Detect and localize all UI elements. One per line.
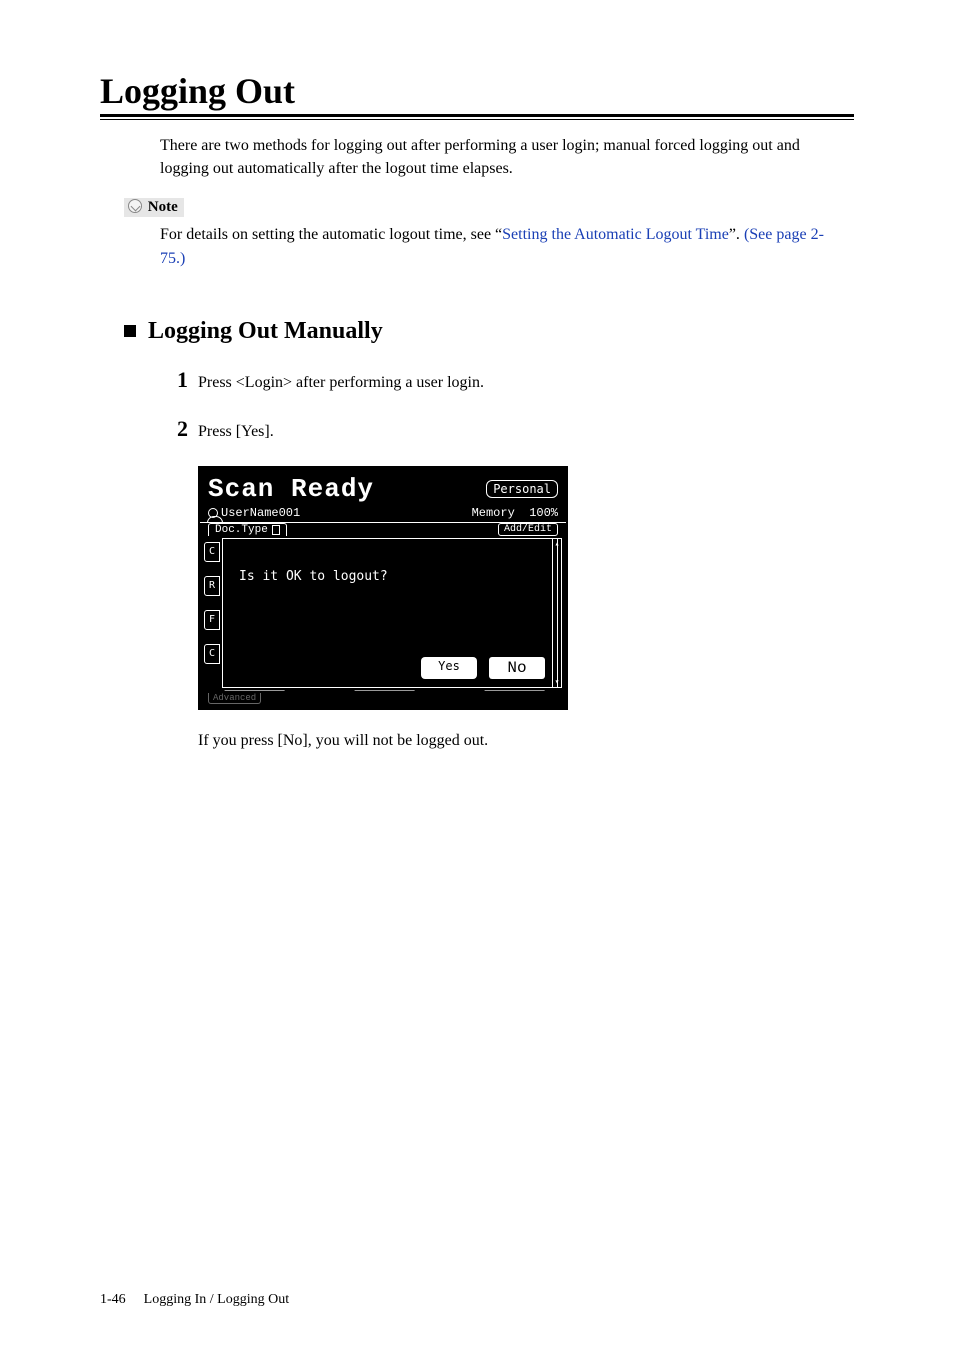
add-edit-tab[interactable]: Add/Edit [498,523,558,536]
footer-section: Logging In / Logging Out [144,1292,289,1308]
lcd-top-row: Scan Ready Personal [200,468,566,506]
title-rule [100,114,854,120]
lcd-panel: Scan Ready Personal UserName001 Memory 1… [198,466,568,710]
lcd-footer-decor [222,690,548,700]
lcd-memory-value: 100% [529,506,558,520]
intro-block: There are two methods for logging out af… [160,134,834,180]
footer-page-number: 1-46 [100,1292,126,1308]
note-label: Note [124,198,184,217]
scroll-up-icon[interactable]: ▴ [555,539,560,549]
decor-slash-1 [219,690,285,700]
lcd-tab-row: Doc.Type Add/Edit [200,523,566,536]
logout-dialog-question: Is it OK to logout? [239,569,545,584]
step-1: 1 Press <Login> after performing a user … [160,367,854,394]
page: Logging Out There are two methods for lo… [0,0,954,1348]
device-screen: Scan Ready Personal UserName001 Memory 1… [198,466,854,710]
subheading-row: Logging Out Manually [124,318,854,345]
step-2-text: Press [Yes]. [198,421,274,443]
note-label-text: Note [148,199,178,215]
lcd-user-left: UserName001 [208,506,300,520]
page-title: Logging Out [100,70,854,112]
note-icon [128,199,142,213]
lcd-scrollbar[interactable]: ▴ ▾ [552,538,562,688]
doc-type-label: Doc.Type [215,524,268,536]
step-2: 2 Press [Yes]. [160,416,854,443]
side-tab-r[interactable]: R [204,576,220,596]
side-tab-c2[interactable]: C [204,644,220,664]
square-bullet-icon [124,325,136,337]
lcd-memory-label: Memory [472,506,515,520]
yes-button[interactable]: Yes [421,657,477,679]
step-1-number: 1 [160,367,188,393]
logout-dialog: Is it OK to logout? Yes No [222,538,558,688]
after-lcd-note: If you press [No], you will not be logge… [198,732,854,750]
intro-paragraph: There are two methods for logging out af… [160,134,834,180]
note-paragraph: For details on setting the automatic log… [160,223,834,269]
scroll-down-icon[interactable]: ▾ [555,677,560,687]
note-text-prefix: For details on setting the automatic log… [160,226,502,243]
personal-button[interactable]: Personal [486,480,558,498]
lcd-user-line: UserName001 Memory 100% [200,506,566,523]
lcd-username: UserName001 [221,506,300,520]
user-icon [208,508,218,518]
doc-type-tab[interactable]: Doc.Type [208,523,287,536]
book-icon [272,525,280,535]
side-tab-f[interactable]: F [204,610,220,630]
note-text-mid: ”. [729,226,744,243]
note-block: Note For details on setting the automati… [100,190,854,269]
lcd-main-area: C R F C Is it OK to logout? Yes No ▴ ▾ [204,536,562,706]
note-link-auto-logout[interactable]: Setting the Automatic Logout Time [502,226,729,243]
no-button[interactable]: No [489,657,545,679]
note-body: For details on setting the automatic log… [160,223,834,269]
side-tab-c1[interactable]: C [204,542,220,562]
logout-dialog-buttons: Yes No [239,657,545,679]
subheading: Logging Out Manually [148,318,383,345]
step-1-text: Press <Login> after performing a user lo… [198,372,484,394]
lcd-side-tabs: C R F C [204,542,220,664]
step-2-number: 2 [160,416,188,442]
decor-slash-2 [349,690,415,700]
lcd-memory: Memory 100% [472,506,558,520]
decor-slash-3 [479,690,545,700]
lcd-status-title: Scan Ready [208,474,374,504]
page-footer: 1-46 Logging In / Logging Out [100,1292,289,1308]
